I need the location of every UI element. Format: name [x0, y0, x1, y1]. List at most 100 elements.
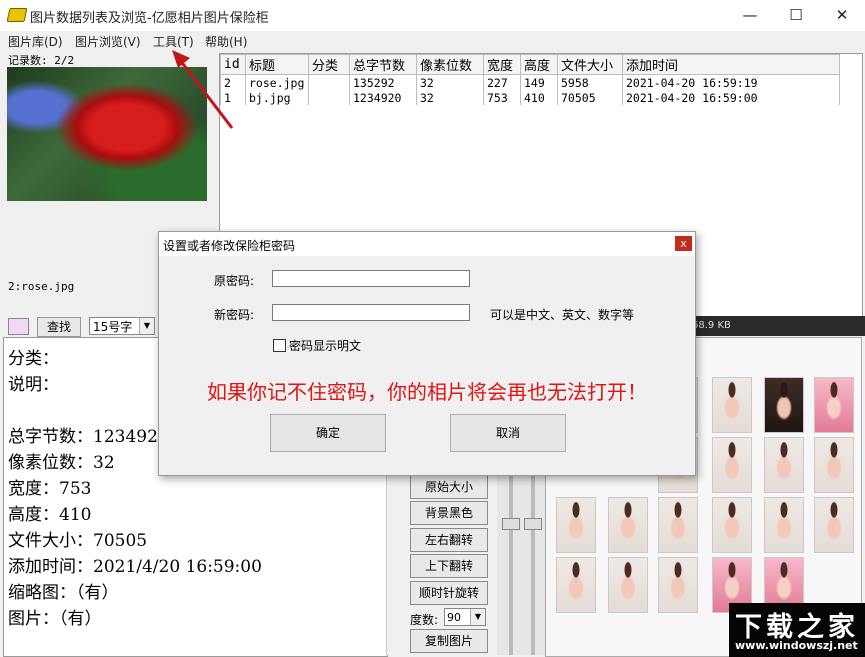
thumbnail[interactable] — [764, 437, 804, 493]
cell-bytes: 135292 — [349, 74, 417, 90]
color-swatch[interactable] — [8, 318, 29, 335]
cell-width: 753 — [483, 90, 521, 105]
thumbnail[interactable] — [712, 437, 752, 493]
thumbnail[interactable] — [712, 377, 752, 433]
detail-description: 说明： — [8, 375, 59, 395]
ok-button[interactable]: 确定 — [270, 414, 386, 452]
slider-track[interactable] — [531, 470, 535, 655]
thumbnail[interactable] — [608, 557, 648, 613]
column-header-category[interactable]: 分类 — [308, 54, 350, 75]
font-size-value: 15号字 — [93, 320, 133, 334]
column-header-filesize[interactable]: 文件大小 — [557, 54, 623, 75]
cell-added: 2021-04-20 16:59:19 — [622, 74, 840, 90]
detail-image: 图片：（有） — [8, 609, 102, 629]
thumbnail[interactable] — [764, 497, 804, 553]
table-row[interactable]: 2 rose.jpg 135292 32 227 149 5958 2021-0… — [220, 74, 840, 90]
password-warning: 如果你记不住密码，你的相片将会再也无法打开！ — [207, 380, 647, 404]
table: id 标题 分类 总字节数 像素位数 宽度 高度 文件大小 添加时间 2 ros… — [220, 54, 840, 105]
flip-horizontal-button[interactable]: 左右翻转 — [410, 528, 488, 552]
thumbnail[interactable] — [764, 377, 804, 433]
table-row[interactable]: 1 bj.jpg 1234920 32 753 410 70505 2021-0… — [220, 90, 840, 105]
thumbnail[interactable] — [814, 377, 854, 433]
slider-track[interactable] — [509, 470, 513, 655]
detail-bits: 像素位数：32 — [8, 453, 115, 473]
column-header-added[interactable]: 添加时间 — [622, 54, 840, 75]
detail-width: 宽度：753 — [8, 479, 92, 499]
menu-image-browse[interactable]: 图片浏览(V) — [75, 33, 141, 50]
cell-title: bj.jpg — [245, 90, 309, 105]
column-header-bytes[interactable]: 总字节数 — [349, 54, 417, 75]
new-password-hint: 可以是中文、英文、数字等 — [490, 308, 635, 322]
original-size-button[interactable]: 原始大小 — [410, 475, 488, 499]
cell-bits: 32 — [416, 74, 484, 90]
cell-category — [308, 90, 350, 105]
detail-added: 添加时间：2021/4/20 16:59:00 — [8, 557, 262, 577]
old-password-label: 原密码: — [214, 274, 255, 288]
detail-bytes: 总字节数：123492 — [8, 427, 158, 447]
table-header-row: id 标题 分类 总字节数 像素位数 宽度 高度 文件大小 添加时间 — [220, 54, 840, 75]
dialog-title: 设置或者修改保险柜密码 — [163, 239, 296, 253]
cell-width: 227 — [483, 74, 521, 90]
size-readout: 68.9 KB — [692, 320, 731, 331]
cell-filesize: 5958 — [557, 74, 623, 90]
thumbnail[interactable] — [712, 497, 752, 553]
column-header-width[interactable]: 宽度 — [483, 54, 521, 75]
flip-vertical-button[interactable]: 上下翻转 — [410, 554, 488, 578]
preview-caption: 2:rose.jpg — [8, 280, 75, 293]
thumbnail[interactable] — [814, 497, 854, 553]
chevron-down-icon: ▼ — [139, 318, 154, 334]
angle-label: 度数: — [410, 613, 439, 627]
minimize-button[interactable]: — — [727, 0, 773, 31]
cancel-button[interactable]: 取消 — [450, 414, 566, 452]
watermark-logo: 下载之家 www.windowszj.net — [729, 603, 865, 657]
cell-height: 149 — [520, 74, 558, 90]
column-header-height[interactable]: 高度 — [520, 54, 558, 75]
watermark-url: www.windowszj.net — [735, 639, 858, 652]
cell-height: 410 — [520, 90, 558, 105]
angle-select[interactable]: 90 ▼ — [444, 608, 486, 626]
copy-image-button[interactable]: 复制图片 — [410, 629, 488, 653]
record-count: 记录数: 2/2 — [8, 54, 75, 67]
menu-image-library[interactable]: 图片库(D) — [8, 33, 63, 50]
cell-added: 2021-04-20 16:59:00 — [622, 90, 840, 105]
cell-bits: 32 — [416, 90, 484, 105]
maximize-button[interactable]: ☐ — [773, 0, 819, 31]
app-icon — [6, 8, 28, 22]
thumbnail[interactable] — [658, 557, 698, 613]
detail-thumbnail: 缩略图：（有） — [8, 583, 119, 603]
chevron-down-icon: ▼ — [470, 609, 485, 625]
cell-filesize: 70505 — [557, 90, 623, 105]
slider-handle[interactable] — [524, 518, 542, 530]
close-button[interactable]: ✕ — [819, 0, 865, 31]
new-password-label: 新密码: — [214, 308, 255, 322]
slider-panel — [497, 470, 545, 655]
detail-height: 高度：410 — [8, 505, 92, 525]
password-dialog: 设置或者修改保险柜密码 x 原密码: 新密码: 可以是中文、英文、数字等 密码显… — [158, 231, 696, 476]
new-password-field[interactable] — [272, 304, 470, 321]
thumbnail[interactable] — [814, 437, 854, 493]
cell-title: rose.jpg — [245, 74, 309, 90]
rotate-clockwise-button[interactable]: 顺时针旋转 — [410, 581, 488, 605]
show-password-label[interactable]: 密码显示明文 — [289, 337, 361, 354]
cell-category — [308, 74, 350, 90]
angle-value: 90 — [447, 611, 461, 624]
dialog-close-button[interactable]: x — [675, 236, 692, 251]
find-button[interactable]: 查找 — [37, 317, 81, 337]
column-header-bits[interactable]: 像素位数 — [416, 54, 484, 75]
cell-bytes: 1234920 — [349, 90, 417, 105]
menu-bar: 图片库(D) 图片浏览(V) 工具(T) 帮助(H) — [0, 31, 865, 51]
show-password-checkbox[interactable] — [273, 339, 286, 352]
detail-filesize: 文件大小：70505 — [8, 531, 148, 551]
column-header-title[interactable]: 标题 — [245, 54, 309, 75]
font-size-select[interactable]: 15号字 ▼ — [89, 317, 155, 335]
thumbnail[interactable] — [556, 497, 596, 553]
arrow-annotation-icon — [172, 50, 234, 129]
thumbnail[interactable] — [608, 497, 648, 553]
dialog-title-bar: 设置或者修改保险柜密码 x — [159, 232, 695, 256]
old-password-field[interactable] — [272, 270, 470, 287]
thumbnail[interactable] — [556, 557, 596, 613]
thumbnail[interactable] — [658, 497, 698, 553]
window-title: 图片数据列表及浏览-亿愿相片图片保险柜 — [30, 11, 269, 26]
slider-handle[interactable] — [502, 518, 520, 530]
black-background-button[interactable]: 背景黑色 — [410, 501, 488, 525]
